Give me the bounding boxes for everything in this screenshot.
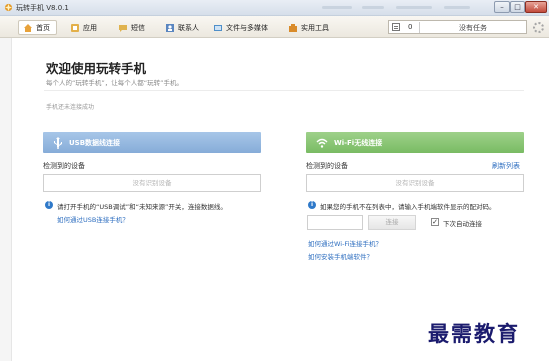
usb-panel-title: USB数据线连接	[69, 138, 121, 147]
tab-contacts[interactable]: 联系人	[161, 20, 203, 35]
tab-apps[interactable]: 应用	[66, 20, 101, 35]
tab-home[interactable]: 首页	[18, 20, 57, 35]
task-list-icon	[392, 23, 400, 31]
welcome-subtitle: 每个人的“玩转手机”，让每个人都“玩转”手机。	[46, 79, 183, 87]
info-icon: i	[308, 201, 316, 209]
tools-icon	[289, 23, 297, 32]
sms-icon	[119, 24, 127, 32]
task-count: 0	[408, 23, 413, 31]
tab-label: 文件与多媒体	[226, 23, 268, 32]
title-bar: 玩转手机 V8.0.1 – □ ✕	[0, 0, 549, 16]
titlebar-blur	[396, 6, 432, 9]
task-status-box[interactable]: 0 没有任务	[388, 20, 527, 34]
minimize-button[interactable]: –	[494, 1, 510, 13]
tab-files[interactable]: 文件与多媒体	[209, 20, 272, 35]
install-app-link[interactable]: 如何安装手机端软件？	[308, 251, 373, 261]
wifi-icon	[316, 138, 328, 148]
pairing-code-input[interactable]	[307, 215, 363, 230]
divider	[44, 90, 524, 91]
maximize-button[interactable]: □	[510, 1, 525, 13]
main-toolbar: 首页 应用 短信 联系人 文件与多媒体 实用工具 0 没有任务	[0, 16, 549, 38]
close-icon: ✕	[533, 3, 539, 11]
apps-icon	[71, 23, 79, 32]
window-title: 玩转手机 V8.0.1	[16, 4, 69, 12]
wifi-detected-label: 检测到的设备	[306, 162, 348, 170]
tab-sms[interactable]: 短信	[114, 20, 149, 35]
tab-label: 应用	[83, 23, 97, 32]
auto-connect-label: 下次自动连接	[443, 220, 482, 228]
watermark: 最需教育	[428, 321, 520, 346]
tab-label: 实用工具	[301, 23, 329, 32]
info-icon: i	[45, 201, 53, 209]
usb-howto-link[interactable]: 如何通过USB连接手机？	[57, 214, 129, 224]
titlebar-blur	[322, 6, 352, 9]
usb-icon	[54, 136, 62, 149]
tab-label: 首页	[36, 23, 50, 32]
tab-tools[interactable]: 实用工具	[284, 20, 333, 35]
minimize-icon: –	[500, 3, 504, 11]
close-button[interactable]: ✕	[525, 1, 547, 13]
app-logo-icon	[4, 3, 13, 12]
maximize-icon: □	[514, 3, 521, 11]
wifi-device-list[interactable]: 没有识别设备	[306, 174, 524, 192]
connect-button[interactable]: 连接	[368, 215, 416, 230]
left-edge	[0, 38, 12, 361]
tab-label: 联系人	[178, 23, 199, 32]
files-icon	[214, 24, 222, 31]
connection-status: 手机还未连接成功	[46, 104, 95, 111]
task-status-label: 没有任务	[459, 24, 487, 32]
welcome-title: 欢迎使用玩转手机	[46, 61, 147, 76]
home-icon	[24, 23, 32, 32]
refresh-list-link[interactable]: 刷新列表	[492, 161, 520, 171]
titlebar-blur	[362, 6, 384, 9]
usb-info-text: 请打开手机的“USB调试”和“未知来源”开关，连接数据线。	[57, 203, 227, 211]
auto-connect-checkbox[interactable]: ✓	[431, 218, 439, 226]
usb-panel-header: USB数据线连接	[43, 132, 261, 153]
wifi-panel-header: Wi-Fi无线连接	[306, 132, 524, 153]
wifi-panel-title: Wi-Fi无线连接	[334, 138, 383, 147]
tab-label: 短信	[131, 23, 145, 32]
usb-device-list[interactable]: 没有识别设备	[43, 174, 261, 192]
wifi-info-text: 如果您的手机不在列表中，请输入手机端软件显示的配对码。	[320, 203, 496, 211]
titlebar-blur	[444, 6, 470, 9]
contacts-icon	[166, 23, 174, 32]
wifi-howto-link[interactable]: 如何通过Wi-Fi连接手机？	[308, 238, 382, 248]
usb-detected-label: 检测到的设备	[43, 162, 85, 170]
settings-gear-icon[interactable]	[533, 22, 544, 33]
